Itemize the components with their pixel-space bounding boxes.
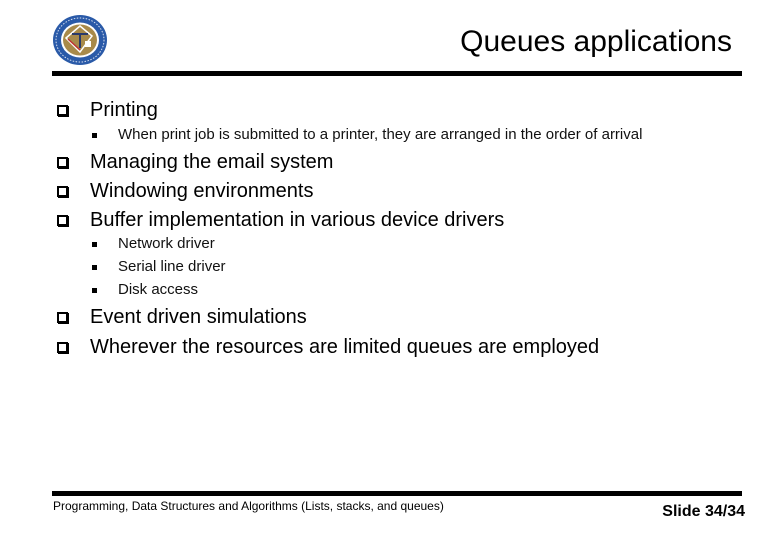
- bullet-text: Windowing environments: [90, 180, 314, 202]
- checkbox-bullet-icon: [57, 214, 68, 226]
- bullet-item: Event driven simulations: [57, 305, 307, 329]
- bullet-item: Windowing environments: [57, 179, 313, 203]
- square-bullet-icon: [92, 241, 97, 247]
- sub-bullet-text: Serial line driver: [118, 258, 226, 275]
- slide-number: Slide 34/34: [662, 503, 745, 520]
- sub-bullet-text: Disk access: [118, 281, 199, 298]
- university-seal-logo: • • •: [53, 15, 107, 65]
- sub-bullet-item: Network driver: [92, 235, 215, 253]
- bullet-item: Buffer implementation in various device …: [57, 208, 504, 232]
- checkbox-bullet-icon: [57, 311, 68, 323]
- bullet-text: Wherever the resources are limited queue…: [90, 336, 600, 358]
- sub-bullet-item: Disk access: [92, 281, 198, 299]
- bullet-item: Wherever the resources are limited queue…: [57, 335, 599, 359]
- sub-bullet-text: When print job is submitted to a printer…: [118, 126, 643, 143]
- header-divider: [52, 71, 742, 76]
- svg-text:• • •: • • •: [78, 22, 83, 26]
- square-bullet-icon: [92, 132, 97, 138]
- square-bullet-icon: [92, 287, 97, 293]
- checkbox-bullet-icon: [57, 341, 68, 353]
- bullet-item: Managing the email system: [57, 150, 333, 174]
- checkbox-bullet-icon: [57, 104, 68, 116]
- bullet-text: Managing the email system: [90, 151, 334, 173]
- sub-bullet-text: Network driver: [118, 235, 215, 252]
- slide-title: Queues applications: [460, 25, 732, 58]
- bullet-text: Printing: [90, 99, 158, 121]
- checkbox-bullet-icon: [57, 185, 68, 197]
- checkbox-bullet-icon: [57, 156, 68, 168]
- bullet-text: Buffer implementation in various device …: [90, 209, 505, 231]
- square-bullet-icon: [92, 264, 97, 270]
- footer-divider: [52, 491, 742, 496]
- bullet-item: Printing: [57, 98, 158, 122]
- bullet-text: Event driven simulations: [90, 306, 307, 328]
- sub-bullet-item: When print job is submitted to a printer…: [92, 126, 642, 144]
- sub-bullet-item: Serial line driver: [92, 258, 226, 276]
- footer-course-title: Programming, Data Structures and Algorit…: [53, 499, 444, 513]
